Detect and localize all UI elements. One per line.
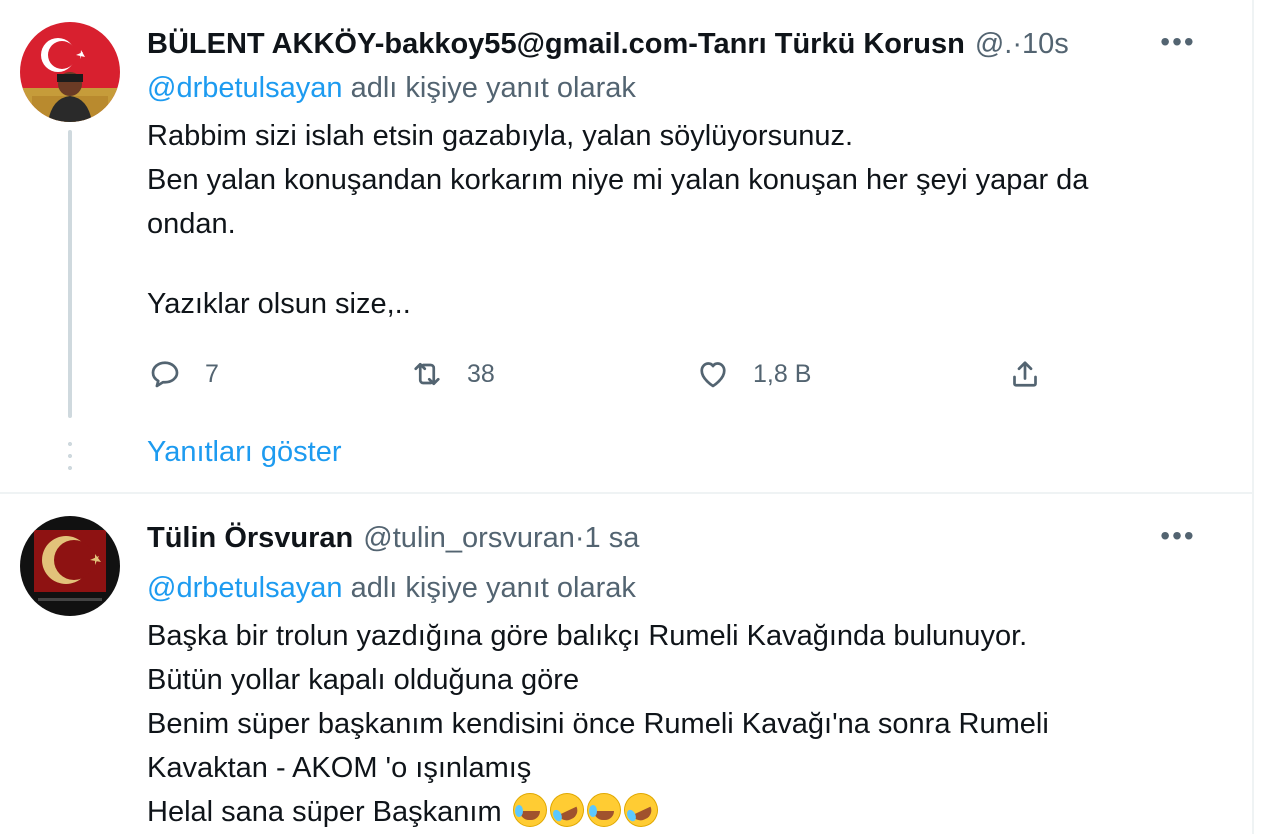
reply-count: 7 xyxy=(205,359,219,388)
avatar[interactable] xyxy=(20,516,120,616)
like-count: 1,8 B xyxy=(753,359,812,388)
text-line: Kavaktan - AKOM 'o ışınlamış xyxy=(147,752,532,784)
text-line: Başka bir trolun yazdığına göre balıkçı … xyxy=(147,620,1028,652)
rolling-laughing-emoji-icon xyxy=(544,787,590,833)
reply-button[interactable]: 7 xyxy=(147,354,219,394)
author-handle[interactable]: @. xyxy=(975,28,1013,61)
like-icon xyxy=(700,362,726,388)
more-icon[interactable]: ••• xyxy=(1156,24,1200,60)
text-line: Rabbim sizi islah etsin gazabıyla, yalan… xyxy=(147,120,854,152)
text-line: Helal sana süper Başkanım xyxy=(147,796,502,828)
thread-dots xyxy=(68,438,72,474)
laughing-emoji-icon xyxy=(586,793,621,827)
tweet-time[interactable]: 1 sa xyxy=(585,522,640,555)
reply-context-text: adlı kişiye yanıt olarak xyxy=(350,72,636,104)
thread-line xyxy=(68,130,72,418)
rolling-laughing-emoji-icon xyxy=(618,787,664,833)
reply-context-text: adlı kişiye yanıt olarak xyxy=(350,572,636,604)
author-handle[interactable]: @tulin_orsvuran xyxy=(363,522,575,555)
reply-context: @drbetulsayan adlı kişiye yanıt olarak xyxy=(147,572,636,605)
mention-link[interactable]: @drbetulsayan xyxy=(147,72,343,104)
mention-link[interactable]: @drbetulsayan xyxy=(147,572,343,604)
tweet-text: Rabbim sizi islah etsin gazabıyla, yalan… xyxy=(147,114,1207,326)
text-line: ondan. xyxy=(147,208,236,240)
dot-separator: · xyxy=(574,521,585,554)
tweet-time[interactable]: 10s xyxy=(1022,28,1069,61)
text-line: Bütün yollar kapalı olduğuna göre xyxy=(147,664,580,696)
retweet-icon xyxy=(414,362,440,386)
reply-context: @drbetulsayan adlı kişiye yanıt olarak xyxy=(147,72,636,105)
laughing-emoji-icon xyxy=(512,793,547,827)
avatar[interactable] xyxy=(20,22,120,122)
author-name[interactable]: BÜLENT AKKÖY-bakkoy55@gmail.com-Tanrı Tü… xyxy=(147,28,965,61)
tweet-header: Tülin Örsvuran @tulin_orsvuran · 1 sa xyxy=(147,520,1172,556)
text-line: Ben yalan konuşandan korkarım niye mi ya… xyxy=(147,164,1089,196)
tweet-actions: 7 38 1,8 B xyxy=(147,354,1067,394)
text-line: Benim süper başkanım kendisini önce Rume… xyxy=(147,708,1049,740)
share-button[interactable] xyxy=(1007,354,1043,394)
column-border xyxy=(1252,0,1254,834)
tweet-header: BÜLENT AKKÖY-bakkoy55@gmail.com-Tanrı Tü… xyxy=(147,26,1172,62)
dot-separator: · xyxy=(1012,27,1023,60)
text-line-with-emoji: Helal sana süper Başkanım xyxy=(147,787,1207,834)
author-name[interactable]: Tülin Örsvuran xyxy=(147,522,353,555)
more-icon[interactable]: ••• xyxy=(1156,518,1200,554)
reply-icon xyxy=(151,361,179,388)
share-icon xyxy=(1013,361,1037,387)
show-replies-link[interactable]: Yanıtları göster xyxy=(147,436,342,469)
like-button[interactable]: 1,8 B xyxy=(695,354,811,394)
tweet-bulent[interactable]: BÜLENT AKKÖY-bakkoy55@gmail.com-Tanrı Tü… xyxy=(0,0,1252,492)
tweet-text: Başka bir trolun yazdığına göre balıkçı … xyxy=(147,614,1207,834)
retweet-button[interactable]: 38 xyxy=(409,354,495,394)
text-line: Yazıklar olsun size,.. xyxy=(147,288,411,320)
retweet-count: 38 xyxy=(467,359,495,388)
